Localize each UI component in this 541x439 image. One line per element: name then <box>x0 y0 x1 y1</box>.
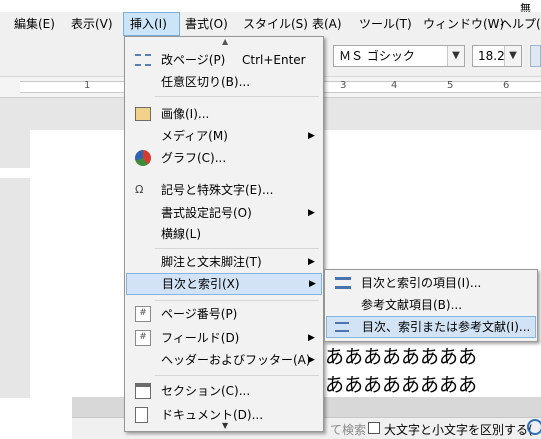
menu-item-label: 横線(L) <box>161 227 202 241</box>
menu-item-footnote[interactable]: 脚注と文末脚注(T) ▶ <box>127 251 321 273</box>
submenu-arrow-icon: ▶ <box>308 257 315 267</box>
menu-item-label: 目次、索引または参考文献(I)... <box>362 320 531 334</box>
menu-item-label: 任意区切り(B)... <box>161 75 251 89</box>
menu-format[interactable]: 書式(O) <box>179 12 234 36</box>
ruler-label: 6 <box>503 80 510 91</box>
menu-edit[interactable]: 編集(E) <box>8 12 61 36</box>
font-size-value: 18.2 <box>478 49 505 63</box>
menu-item-bibliography-entry[interactable]: 参考文献項目(B)... <box>327 294 535 316</box>
menu-item-index-entry[interactable]: 目次と索引の項目(I)... <box>327 272 535 294</box>
menu-item-label: メディア(M) <box>161 129 228 143</box>
menu-item-page-break[interactable]: 改ページ(P) Ctrl+Enter <box>127 49 321 71</box>
chart-icon <box>135 150 151 166</box>
ruler-label: 3 <box>340 80 347 91</box>
font-name-value: ＭＳ ゴシック <box>339 49 415 63</box>
menu-item-image[interactable]: 画像(I)... <box>127 103 321 125</box>
menu-item-label: 脚注と文末脚注(T) <box>161 255 262 269</box>
index-entry-icon <box>335 277 351 289</box>
match-case-checkbox[interactable] <box>368 422 380 434</box>
menu-item-chart[interactable]: グラフ(C)... <box>127 147 321 169</box>
menu-item-page-number[interactable]: # ページ番号(P) <box>127 303 321 325</box>
page-number-icon: # <box>135 306 151 322</box>
special-character-icon: Ω <box>135 183 144 196</box>
scroll-up-icon[interactable]: ▲ <box>222 37 228 46</box>
chevron-down-icon[interactable]: ▼ <box>447 46 464 66</box>
style-icon[interactable] <box>530 45 541 67</box>
menu-item-label: ドキュメント(D)... <box>161 408 264 422</box>
menu-item-shortcut: Ctrl+Enter <box>242 53 306 67</box>
submenu-arrow-icon: ▶ <box>309 279 316 289</box>
menu-item-media[interactable]: メディア(M) ▶ <box>127 125 321 147</box>
toc-index-submenu: 目次と索引の項目(I)... 参考文献項目(B)... 目次、索引または参考文献… <box>324 269 538 342</box>
font-size-combo[interactable]: 18.2 ▼ <box>472 45 522 67</box>
menu-item-formatting-mark[interactable]: 書式設定記号(O) ▶ <box>127 202 321 224</box>
menu-item-toc-index[interactable]: 目次と索引(X) ▶ <box>126 273 322 295</box>
menu-item-label: ヘッダーおよびフッター(A) <box>161 353 311 367</box>
ruler-label: 1 <box>84 80 91 91</box>
ruler-label: 5 <box>447 80 454 91</box>
menu-item-label: 記号と特殊文字(E)... <box>161 183 274 197</box>
menu-view[interactable]: 表示(V) <box>65 12 119 36</box>
document-text-line: ああああああああ <box>325 374 478 396</box>
menu-tools[interactable]: ツール(T) <box>353 12 418 36</box>
menu-item-label: セクション(C)... <box>161 384 251 398</box>
toc-icon <box>335 322 349 332</box>
menu-item-label: グラフ(C)... <box>161 151 227 165</box>
submenu-arrow-icon: ▶ <box>308 355 315 365</box>
menu-insert[interactable]: 挿入(I) <box>123 12 180 36</box>
field-icon: # <box>135 330 151 346</box>
menu-item-label: 改ページ(P) <box>161 53 226 67</box>
menu-item-label: 書式設定記号(O) <box>161 206 252 220</box>
menu-item-label: 画像(I)... <box>161 107 210 121</box>
search-icon[interactable] <box>527 419 541 435</box>
menu-item-label: 目次と索引の項目(I)... <box>361 276 482 290</box>
menu-separator <box>155 300 319 301</box>
insert-menu: ▲ 改ページ(P) Ctrl+Enter 任意区切り(B)... 画像(I)..… <box>124 36 324 432</box>
menu-separator <box>155 248 319 249</box>
menu-separator <box>155 96 319 97</box>
menu-separator <box>155 375 319 376</box>
submenu-arrow-icon: ▶ <box>308 131 315 141</box>
ruler-label: 4 <box>391 80 398 91</box>
match-case-label: 大文字と小文字を区別する( <box>384 423 533 437</box>
search-label[interactable]: て検索 <box>330 421 366 438</box>
menu-help[interactable]: ヘルプ(H) <box>494 12 541 36</box>
document-icon <box>135 407 148 423</box>
page-break-icon <box>135 54 151 66</box>
menu-table[interactable]: 表(A) <box>306 12 348 36</box>
image-icon <box>135 107 151 121</box>
menu-item-special-character[interactable]: Ω 記号と特殊文字(E)... <box>127 179 321 201</box>
menu-item-label: 参考文献項目(B)... <box>361 298 463 312</box>
menu-item-label: フィールド(D) <box>161 331 240 345</box>
scroll-down-icon[interactable]: ▼ <box>222 421 228 430</box>
menu-bar: 編集(E) 表示(V) 挿入(I) 書式(O) スタイル(S) 表(A) ツール… <box>0 12 541 36</box>
menu-item-toc-bibliography[interactable]: 目次、索引または参考文献(I)... <box>326 316 536 338</box>
submenu-arrow-icon: ▶ <box>308 208 315 218</box>
menu-item-manual-break[interactable]: 任意区切り(B)... <box>127 71 321 93</box>
document-text-line: ああああああああ <box>325 346 478 368</box>
menu-style[interactable]: スタイル(S) <box>237 12 314 36</box>
menu-item-label: 目次と索引(X) <box>162 277 240 291</box>
chevron-down-icon[interactable]: ▼ <box>504 46 521 66</box>
menu-item-section[interactable]: セクション(C)... <box>127 380 321 402</box>
submenu-arrow-icon: ▶ <box>308 333 315 343</box>
menu-item-header-footer[interactable]: ヘッダーおよびフッター(A) ▶ <box>127 349 321 371</box>
menu-item-horizontal-line[interactable]: 横線(L) <box>127 223 321 245</box>
menu-item-label: ページ番号(P) <box>161 307 238 321</box>
menu-item-field[interactable]: # フィールド(D) ▶ <box>127 327 321 349</box>
section-icon <box>135 383 151 399</box>
font-name-combo[interactable]: ＭＳ ゴシック ▼ <box>333 45 465 67</box>
